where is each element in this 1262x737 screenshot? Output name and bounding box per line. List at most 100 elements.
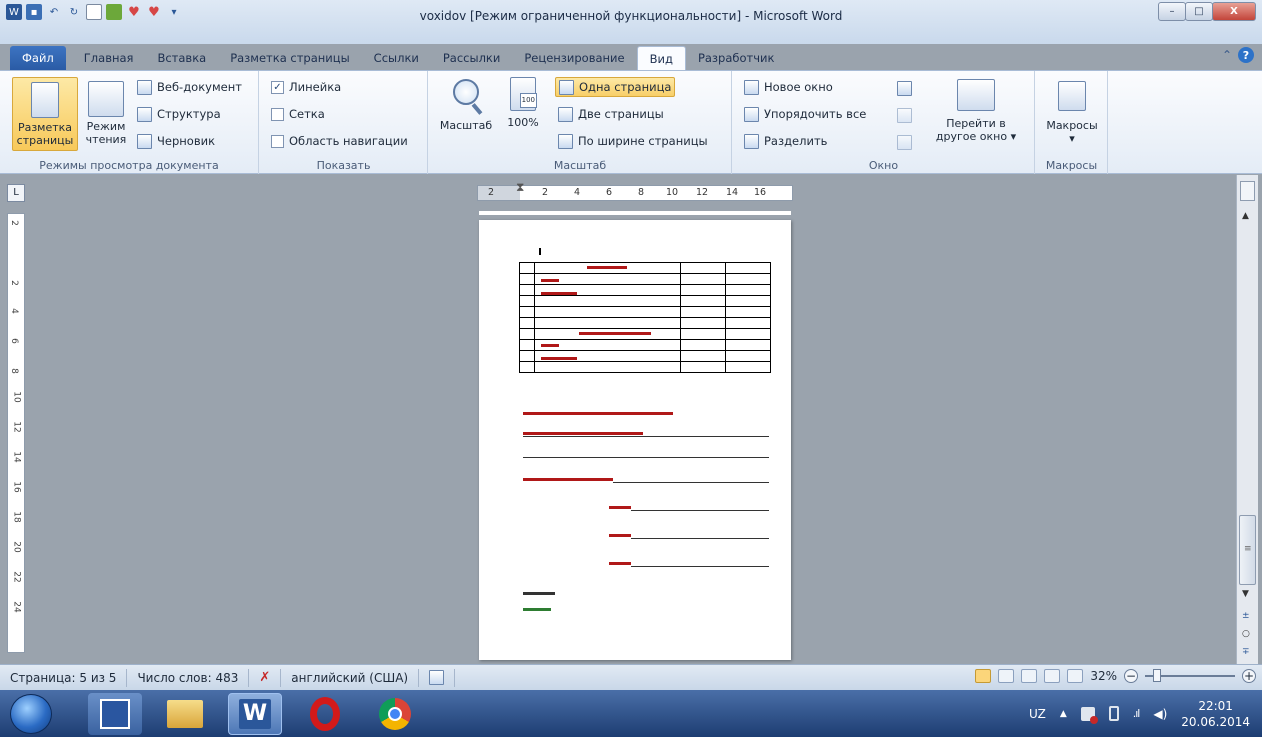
outline-button[interactable]: Структура [134, 104, 224, 124]
input-language[interactable]: UZ [1029, 707, 1046, 721]
vertical-scrollbar[interactable]: ▲ ≡ ▼ ± ○ ∓ [1236, 175, 1258, 664]
scroll-thumb[interactable]: ≡ [1239, 515, 1256, 585]
synchronous-scrolling-icon[interactable] [897, 108, 912, 123]
one-page-button[interactable]: Одна страница [555, 77, 676, 97]
ruler-checkbox[interactable]: ✓ Линейка [268, 77, 344, 97]
proofing-status[interactable]: ✗ [249, 668, 282, 687]
taskbar-word[interactable]: W [228, 693, 282, 735]
macro-record-icon [429, 670, 445, 685]
window-controls: – □ X [1158, 2, 1256, 21]
tab-page-layout[interactable]: Разметка страницы [218, 46, 361, 70]
opera-icon [310, 697, 340, 731]
group-label: Масштаб [553, 159, 607, 172]
page-width-icon [558, 133, 573, 149]
view-side-by-side-icon[interactable] [897, 81, 912, 96]
group-window: Новое окно Упорядочить все Разделить Пер… [733, 71, 1035, 174]
language[interactable]: английский (США) [281, 668, 420, 687]
taskbar-explorer[interactable] [158, 693, 212, 735]
document-area: L 2 2 4 6 8 10 12 14 16 ⧗ 2 2 4 6 8 10 1… [0, 175, 1262, 664]
chrome-icon [379, 698, 411, 730]
scroll-up-icon[interactable]: ▲ [1242, 211, 1249, 221]
zoom-level[interactable]: 32% [1090, 669, 1117, 683]
floppy-icon [100, 699, 130, 729]
start-button[interactable] [10, 694, 52, 734]
tab-selector-button[interactable]: L [7, 184, 25, 202]
tab-home[interactable]: Главная [72, 46, 146, 70]
zoom-100-button[interactable]: 100 100% [503, 77, 543, 141]
tab-mailings[interactable]: Рассылки [431, 46, 512, 70]
split-button[interactable]: Разделить [741, 131, 830, 151]
tab-view[interactable]: Вид [636, 46, 686, 70]
tab-file[interactable]: Файл [10, 46, 66, 70]
outline-view-icon[interactable] [1044, 669, 1061, 683]
previous-page-icon[interactable]: ± [1242, 611, 1250, 621]
volume-icon[interactable]: ◀) [1153, 707, 1167, 721]
clock[interactable]: 22:01 20.06.2014 [1181, 698, 1250, 730]
print-layout-icon [31, 82, 59, 118]
battery-icon[interactable] [1108, 706, 1119, 721]
minimize-button[interactable]: – [1158, 2, 1186, 21]
print-layout-view-icon[interactable] [975, 669, 992, 683]
tab-review[interactable]: Рецензирование [512, 46, 636, 70]
select-browse-object-icon[interactable]: ○ [1242, 629, 1250, 639]
action-center-icon[interactable] [1080, 706, 1098, 724]
web-layout-button[interactable]: Веб-документ [134, 77, 245, 97]
tab-insert[interactable]: Вставка [145, 46, 218, 70]
navigation-check-icon [271, 134, 284, 148]
switch-windows-button[interactable]: Перейти в другое окно ▾ [929, 79, 1023, 151]
taskbar-opera[interactable] [298, 693, 352, 735]
page-count[interactable]: Страница: 5 из 5 [0, 668, 128, 687]
macros-button[interactable]: Макросы ▾ [1040, 81, 1104, 151]
maximize-button[interactable]: □ [1185, 2, 1213, 21]
zoom-button[interactable]: Масштаб [437, 79, 495, 141]
arrange-all-icon [744, 106, 759, 122]
split-icon [744, 133, 759, 149]
word-count[interactable]: Число слов: 483 [127, 668, 250, 687]
minimize-ribbon-icon[interactable]: ⌃ [1222, 48, 1232, 62]
outline-icon [137, 106, 152, 122]
group-zoom: Масштаб 100 100% Одна страница Две стран… [429, 71, 732, 174]
show-hidden-icons[interactable]: ▲ [1060, 709, 1067, 719]
navigation-pane-checkbox[interactable]: Область навигации [268, 131, 411, 151]
group-label: Режимы просмотра документа [39, 159, 219, 172]
taskbar-chrome[interactable] [368, 693, 422, 735]
ribbon-tabs: Файл Главная Вставка Разметка страницы С… [0, 44, 1262, 70]
gridlines-checkbox[interactable]: Сетка [268, 104, 328, 124]
page-width-button[interactable]: По ширине страницы [555, 131, 711, 151]
arrange-all-button[interactable]: Упорядочить все [741, 104, 869, 124]
reset-window-position-icon[interactable] [897, 135, 912, 150]
help-icon[interactable]: ? [1238, 47, 1254, 63]
new-window-button[interactable]: Новое окно [741, 77, 836, 97]
scroll-down-icon[interactable]: ▼ [1242, 589, 1249, 599]
help-area: ⌃ ? [1222, 47, 1254, 63]
draft-icon [137, 133, 152, 149]
folder-icon [167, 700, 203, 728]
signal-icon[interactable]: .ıl [1133, 707, 1141, 720]
reading-view-icon[interactable] [998, 669, 1015, 683]
two-pages-button[interactable]: Две страницы [555, 104, 667, 124]
indent-marker-icon[interactable]: ⧗ [516, 180, 524, 195]
vertical-ruler[interactable]: 2 2 4 6 8 10 12 14 16 18 20 22 24 [7, 213, 25, 653]
tab-references[interactable]: Ссылки [362, 46, 431, 70]
print-layout-button[interactable]: Разметка страницы [12, 77, 78, 151]
switch-windows-icon [957, 79, 995, 111]
close-button[interactable]: X [1212, 2, 1256, 21]
two-pages-icon [558, 106, 573, 122]
previous-page-edge [479, 211, 791, 215]
zoom-slider[interactable] [1145, 669, 1235, 682]
web-layout-view-icon[interactable] [1021, 669, 1038, 683]
taskbar-save-app[interactable] [88, 693, 142, 735]
draft-button[interactable]: Черновик [134, 131, 218, 151]
zoom-out-button[interactable]: − [1124, 669, 1138, 683]
macro-recording[interactable] [419, 668, 456, 687]
one-page-icon [559, 79, 574, 95]
horizontal-ruler[interactable]: 2 2 4 6 8 10 12 14 16 ⧗ [477, 180, 793, 201]
draft-view-icon[interactable] [1067, 669, 1084, 683]
full-screen-reading-button[interactable]: Режим чтения [80, 77, 132, 151]
next-page-icon[interactable]: ∓ [1242, 647, 1250, 657]
tab-developer[interactable]: Разработчик [686, 46, 787, 70]
ruler-toggle-icon[interactable] [1240, 181, 1255, 201]
zoom-slider-thumb[interactable] [1153, 669, 1161, 682]
zoom-in-button[interactable]: + [1242, 669, 1256, 683]
document-page[interactable] [479, 220, 791, 660]
